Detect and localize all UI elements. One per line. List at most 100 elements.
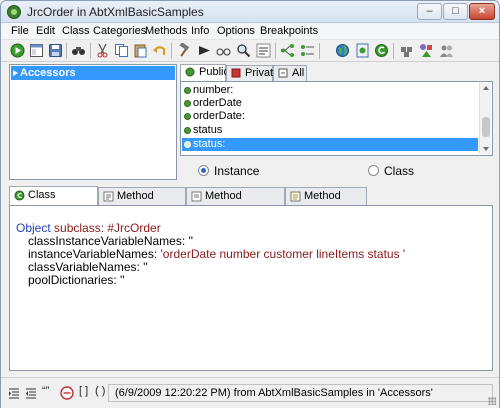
browser-window: JrcOrder in AbtXmlBasicSamples – □ × Fil… — [0, 0, 500, 408]
scroll-down-icon[interactable] — [483, 147, 489, 151]
scroll-thumb[interactable] — [482, 117, 490, 137]
public-icon — [185, 67, 195, 77]
method-source-icon — [103, 191, 114, 202]
code-keyword: Object — [16, 221, 51, 235]
menu-options[interactable]: Options — [217, 25, 255, 37]
parens-icon[interactable]: ( ) — [95, 385, 105, 397]
menu-bar: File Edit Class Categories Methods Info … — [1, 23, 499, 40]
class-radio[interactable] — [368, 165, 379, 176]
run-arrow-icon[interactable] — [197, 43, 212, 58]
status-bar: “” [ ] ( ) (6/9/2009 12:20:22 PM) from A… — [1, 377, 499, 408]
method-item[interactable]: orderDate — [182, 97, 478, 110]
tab-all-label: All — [292, 67, 305, 79]
toolbar-separator — [275, 43, 276, 59]
method-label: status — [193, 124, 223, 136]
methods-scrollbar[interactable] — [479, 83, 491, 154]
menu-breakpoints[interactable]: Breakpoints — [260, 25, 318, 37]
title-bar[interactable]: JrcOrder in AbtXmlBasicSamples – □ × — [1, 1, 499, 23]
private-icon — [231, 68, 241, 78]
method-public-icon — [184, 87, 191, 94]
category-marker-icon — [13, 70, 18, 76]
method-item[interactable]: status — [182, 124, 478, 137]
menu-methods[interactable]: Methods — [145, 25, 187, 37]
indent-icon[interactable] — [8, 387, 20, 399]
resize-grip-icon[interactable] — [488, 397, 496, 405]
class-icon[interactable] — [355, 43, 370, 58]
category-item-accessors[interactable]: Accessors — [11, 66, 175, 80]
globe-icon[interactable] — [335, 43, 350, 58]
cut-icon[interactable] — [95, 43, 110, 58]
tab-private[interactable]: Private — [226, 65, 279, 81]
method-public-icon — [184, 127, 191, 134]
method-item[interactable]: orderDate: — [182, 110, 478, 123]
binoculars-icon[interactable] — [71, 43, 86, 58]
method-public-icon — [184, 141, 191, 148]
source-editor[interactable]: Object subclass: #JrcOrder classInstance… — [9, 205, 493, 371]
method-label: status: — [193, 138, 226, 150]
glasses-icon[interactable] — [216, 43, 231, 58]
sort-icon[interactable] — [300, 43, 315, 58]
side-selector: Instance Class — [180, 159, 493, 183]
method-item-selected[interactable]: status: — [182, 138, 478, 151]
hierarchy-icon[interactable] — [280, 43, 295, 58]
class-label[interactable]: Class — [384, 164, 414, 178]
save-icon[interactable] — [48, 43, 63, 58]
method-public-icon — [184, 100, 191, 107]
run-icon[interactable] — [10, 43, 25, 58]
reload-icon[interactable] — [374, 43, 389, 58]
instance-radio[interactable] — [198, 165, 209, 176]
method-label: number: — [193, 84, 234, 96]
toolbar-separator — [393, 43, 394, 59]
tab-public[interactable]: Public — [180, 64, 229, 82]
undo-icon[interactable] — [152, 43, 167, 58]
instance-label[interactable]: Instance — [214, 164, 259, 178]
quote-icon[interactable]: “” — [42, 385, 49, 397]
breakpoint-icon[interactable] — [60, 386, 74, 400]
maximize-button[interactable]: □ — [443, 3, 468, 20]
paste-icon[interactable] — [133, 43, 148, 58]
window-title: JrcOrder in AbtXmlBasicSamples — [27, 5, 204, 19]
toolbar — [1, 40, 499, 62]
method-label: orderDate: — [193, 110, 245, 122]
class-definition-icon — [14, 190, 25, 201]
references-icon[interactable] — [256, 43, 271, 58]
tab-method-comment[interactable]: Method Comment — [186, 187, 285, 218]
method-notes-icon — [290, 191, 301, 202]
tab-all[interactable]: All — [273, 65, 307, 81]
shapes-icon[interactable] — [419, 43, 434, 58]
tab-public-label: Public — [199, 66, 229, 78]
menu-info[interactable]: Info — [191, 25, 209, 37]
menu-class[interactable]: Class — [62, 25, 90, 37]
copy-icon[interactable] — [114, 43, 129, 58]
people-icon[interactable] — [439, 43, 454, 58]
tab-class-definition[interactable]: Class Definition — [9, 186, 98, 217]
method-item[interactable]: number: — [182, 84, 478, 97]
scroll-up-icon[interactable] — [483, 86, 489, 90]
method-label: orderDate — [193, 97, 242, 109]
status-message: (6/9/2009 12:20:22 PM) from AbtXmlBasicS… — [108, 384, 493, 402]
toolbar-separator — [171, 43, 172, 59]
minimize-button[interactable]: – — [417, 3, 442, 20]
all-icon — [278, 68, 288, 78]
menu-file[interactable]: File — [11, 25, 29, 37]
method-public-icon — [184, 113, 191, 120]
close-button[interactable]: × — [469, 3, 495, 20]
tab-method-notes[interactable]: Method Notes — [285, 187, 367, 218]
methods-list[interactable]: number: orderDate orderDate: status stat… — [180, 81, 493, 156]
method-comment-icon — [191, 191, 202, 202]
tab-method-source[interactable]: Method Source — [98, 187, 186, 218]
code-string: 'orderDate number customer lineItems sta… — [160, 247, 406, 261]
menu-edit[interactable]: Edit — [36, 25, 55, 37]
toolbar-separator — [66, 43, 67, 59]
brackets-icon[interactable]: [ ] — [79, 385, 88, 397]
hammer-icon[interactable] — [177, 43, 192, 58]
outdent-icon[interactable] — [25, 387, 37, 399]
browse-icon[interactable] — [29, 43, 44, 58]
menu-categories[interactable]: Categories — [93, 25, 146, 37]
categories-list[interactable]: Accessors — [9, 64, 177, 180]
app-icon — [7, 5, 21, 19]
magnifier-icon[interactable] — [236, 43, 251, 58]
code-class-name: subclass: #JrcOrder — [50, 221, 161, 235]
code-selector: instanceVariableNames: — [28, 247, 161, 261]
inspect-icon[interactable] — [399, 43, 414, 58]
